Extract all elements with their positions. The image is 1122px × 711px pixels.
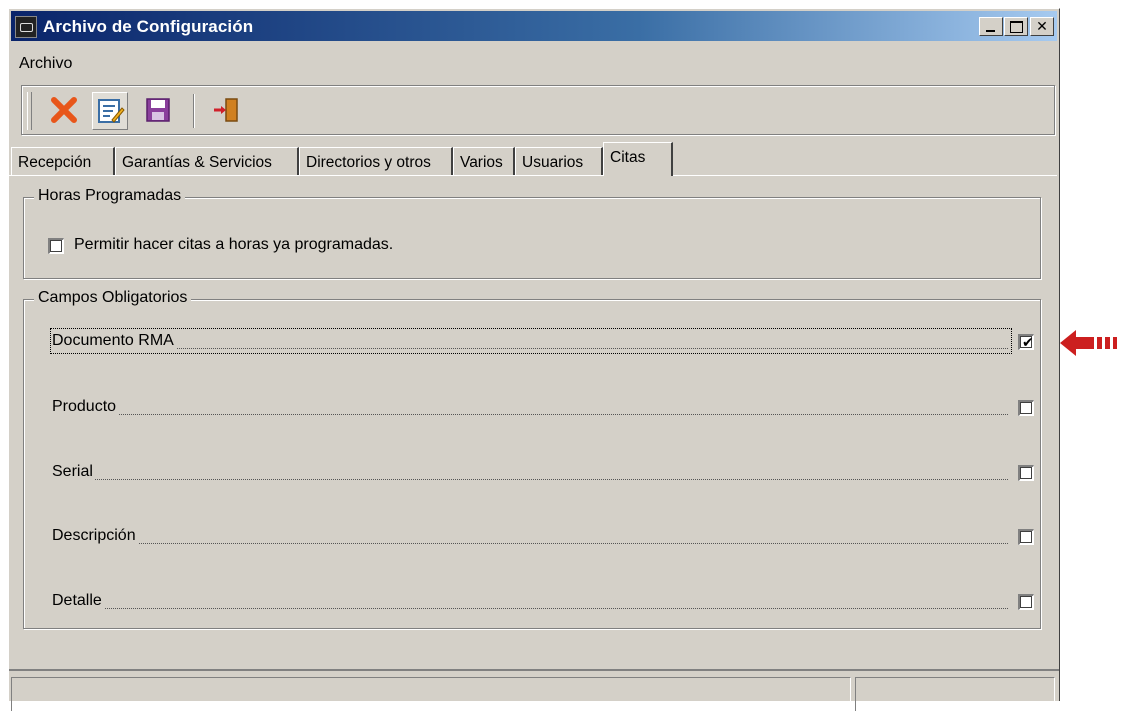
field-label: Serial <box>52 463 95 481</box>
app-icon <box>15 16 37 38</box>
campos-obligatorios-group: Campos Obligatorios Documento RMA ✔ Prod… <box>23 289 1041 629</box>
horas-programadas-group: Horas Programadas Permitir hacer citas a… <box>23 187 1041 279</box>
save-disk-icon <box>146 98 170 122</box>
field-label: Detalle <box>52 592 104 610</box>
toolbar-separator <box>193 94 194 128</box>
tab-label: Varios <box>460 154 503 171</box>
tab-directorios-otros[interactable]: Directorios y otros <box>299 147 453 175</box>
tab-recepcion[interactable]: Recepción <box>11 147 115 175</box>
group-legend: Horas Programadas <box>34 187 186 205</box>
save-button[interactable] <box>140 92 176 130</box>
delete-x-icon <box>51 97 77 123</box>
tab-panel-border <box>9 175 1057 176</box>
toolbar-grip[interactable] <box>27 92 32 130</box>
menu-bar: Archivo <box>19 55 72 73</box>
permitir-citas-checkbox[interactable] <box>48 238 64 254</box>
tab-varios[interactable]: Varios <box>453 147 515 175</box>
field-checkbox[interactable] <box>1018 465 1034 481</box>
tab-usuarios[interactable]: Usuarios <box>515 147 603 175</box>
tab-strip: Recepción Garantías & Servicios Director… <box>9 142 1059 176</box>
tab-garantias-servicios[interactable]: Garantías & Servicios <box>115 147 299 175</box>
close-button[interactable]: ✕ <box>1030 17 1054 36</box>
menu-archivo[interactable]: Archivo <box>19 55 72 72</box>
field-checkbox[interactable] <box>1018 400 1034 416</box>
minimize-icon <box>986 30 995 32</box>
exit-door-icon <box>214 98 238 122</box>
edit-button[interactable] <box>92 92 128 130</box>
field-checkbox[interactable] <box>1018 594 1034 610</box>
tab-citas[interactable]: Citas <box>603 142 673 176</box>
field-checkbox[interactable] <box>1018 529 1034 545</box>
dotted-leader <box>54 608 1008 609</box>
window-title: Archivo de Configuración <box>43 17 254 36</box>
status-bar <box>9 669 1059 711</box>
config-window: Archivo de Configuración ✕ Archivo Recep… <box>8 8 1060 711</box>
tab-label: Usuarios <box>522 154 584 171</box>
dotted-leader <box>54 543 1008 544</box>
dotted-leader <box>54 348 1008 349</box>
maximize-button[interactable] <box>1004 17 1028 36</box>
status-pane-main <box>11 677 851 711</box>
tab-label: Recepción <box>18 154 92 171</box>
permitir-citas-label[interactable]: Permitir hacer citas a horas ya programa… <box>74 236 393 254</box>
exit-button[interactable] <box>208 92 244 130</box>
field-label: Descripción <box>52 527 138 545</box>
field-label: Producto <box>52 398 119 416</box>
minimize-button[interactable] <box>979 17 1003 36</box>
field-label: Documento RMA <box>52 332 176 350</box>
maximize-icon <box>1010 21 1023 33</box>
field-row-serial[interactable]: Serial <box>52 461 1034 485</box>
tab-label: Garantías & Servicios <box>122 154 272 171</box>
delete-button[interactable] <box>46 92 82 130</box>
close-icon: ✕ <box>1036 18 1048 34</box>
status-pane-secondary <box>855 677 1055 711</box>
field-checkbox[interactable]: ✔ <box>1018 334 1034 350</box>
field-row-documento-rma[interactable]: Documento RMA ✔ <box>52 330 1034 354</box>
tab-label: Citas <box>610 149 646 166</box>
field-row-detalle[interactable]: Detalle <box>52 590 1034 614</box>
group-legend: Campos Obligatorios <box>34 289 192 307</box>
title-bar[interactable]: Archivo de Configuración ✕ <box>11 11 1057 41</box>
tab-label: Directorios y otros <box>306 154 431 171</box>
edit-document-icon <box>98 99 125 123</box>
field-row-descripcion[interactable]: Descripción <box>52 525 1034 549</box>
red-arrow-pointer-icon <box>1060 330 1117 356</box>
checkmark-icon: ✔ <box>1022 334 1034 350</box>
toolbar <box>21 85 1055 135</box>
dotted-leader <box>54 479 1008 480</box>
field-row-producto[interactable]: Producto <box>52 396 1034 420</box>
dotted-leader <box>54 414 1008 415</box>
